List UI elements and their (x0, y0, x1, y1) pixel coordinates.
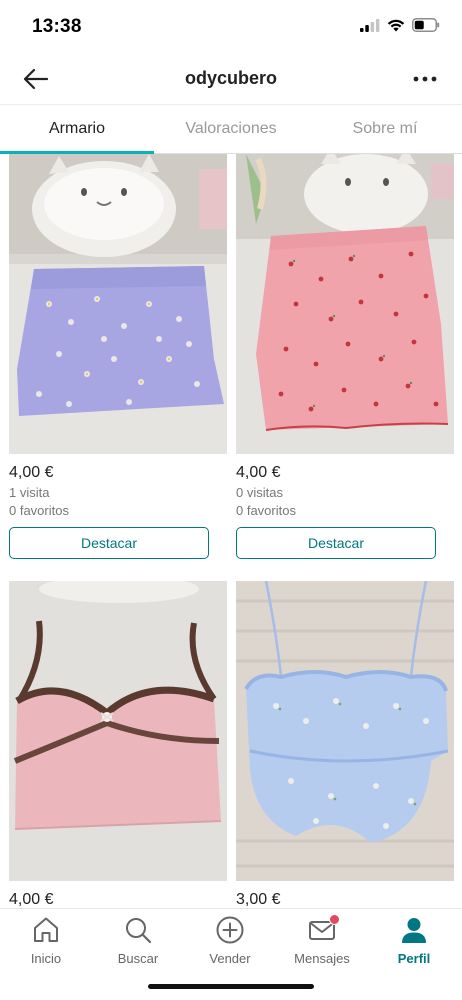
nav-perfil[interactable]: Perfil (368, 915, 460, 966)
unread-badge (329, 914, 340, 925)
destacar-button[interactable]: Destacar (9, 527, 209, 559)
destacar-button[interactable]: Destacar (236, 527, 436, 559)
nav-mensajes[interactable]: Mensajes (276, 914, 368, 966)
nav-buscar[interactable]: Buscar (92, 915, 184, 966)
nav-vender[interactable]: Vender (184, 915, 276, 966)
profile-username: odycubero (184, 68, 277, 88)
status-bar: 13:38 (0, 0, 462, 54)
person-icon (402, 918, 426, 943)
item-favorites: 0 favoritos (236, 503, 296, 518)
search-icon (126, 918, 152, 944)
tab-armario[interactable]: Armario (0, 105, 154, 154)
tab-valoraciones[interactable]: Valoraciones (154, 105, 308, 153)
item-card[interactable]: 4,00 € (9, 581, 227, 908)
profile-tabs: Armario Valoraciones Sobre mí (0, 104, 462, 154)
item-card[interactable]: 3,00 € (236, 581, 454, 908)
cellular-signal-icon (360, 18, 380, 32)
item-photo-pink-skirt[interactable] (236, 154, 454, 454)
navigation-bar: odycubero (0, 54, 462, 104)
item-price: 3,00 € (236, 891, 281, 908)
nav-buscar-label: Buscar (117, 951, 159, 966)
item-price: 4,00 € (236, 464, 281, 481)
nav-mensajes-label: Mensajes (294, 951, 350, 966)
item-card[interactable]: 4,00 € 0 visitas 0 favoritos Destacar (236, 154, 454, 559)
item-photo-lilac-skirt[interactable] (9, 154, 227, 454)
nav-inicio[interactable]: Inicio (0, 915, 92, 966)
home-indicator[interactable] (148, 984, 314, 989)
nav-perfil-label: Perfil (397, 951, 431, 966)
item-photo-pink-lace-top[interactable] (9, 581, 227, 881)
nav-inicio-label: Inicio (30, 951, 62, 966)
wardrobe-grid: 4,00 € 1 visita 0 favoritos Destacar 4,0… (0, 154, 462, 908)
item-price: 4,00 € (9, 891, 54, 908)
item-photo-blue-floral-top[interactable] (236, 581, 454, 881)
more-options-icon[interactable] (410, 66, 440, 92)
item-price: 4,00 € (9, 464, 54, 481)
item-favorites: 0 favoritos (9, 503, 69, 518)
item-visits: 1 visita (9, 485, 50, 500)
nav-vender-label: Vender (209, 951, 251, 966)
item-visits: 0 visitas (236, 485, 283, 500)
status-icons (360, 18, 440, 32)
item-card[interactable]: 4,00 € 1 visita 0 favoritos Destacar (9, 154, 227, 559)
home-icon (34, 917, 58, 942)
status-time: 13:38 (32, 16, 82, 37)
battery-icon (412, 18, 440, 32)
plus-circle-icon (216, 916, 244, 944)
wifi-icon (387, 19, 405, 31)
mail-icon-wrapper (307, 914, 340, 945)
tab-sobre-mi[interactable]: Sobre mí (308, 105, 462, 153)
